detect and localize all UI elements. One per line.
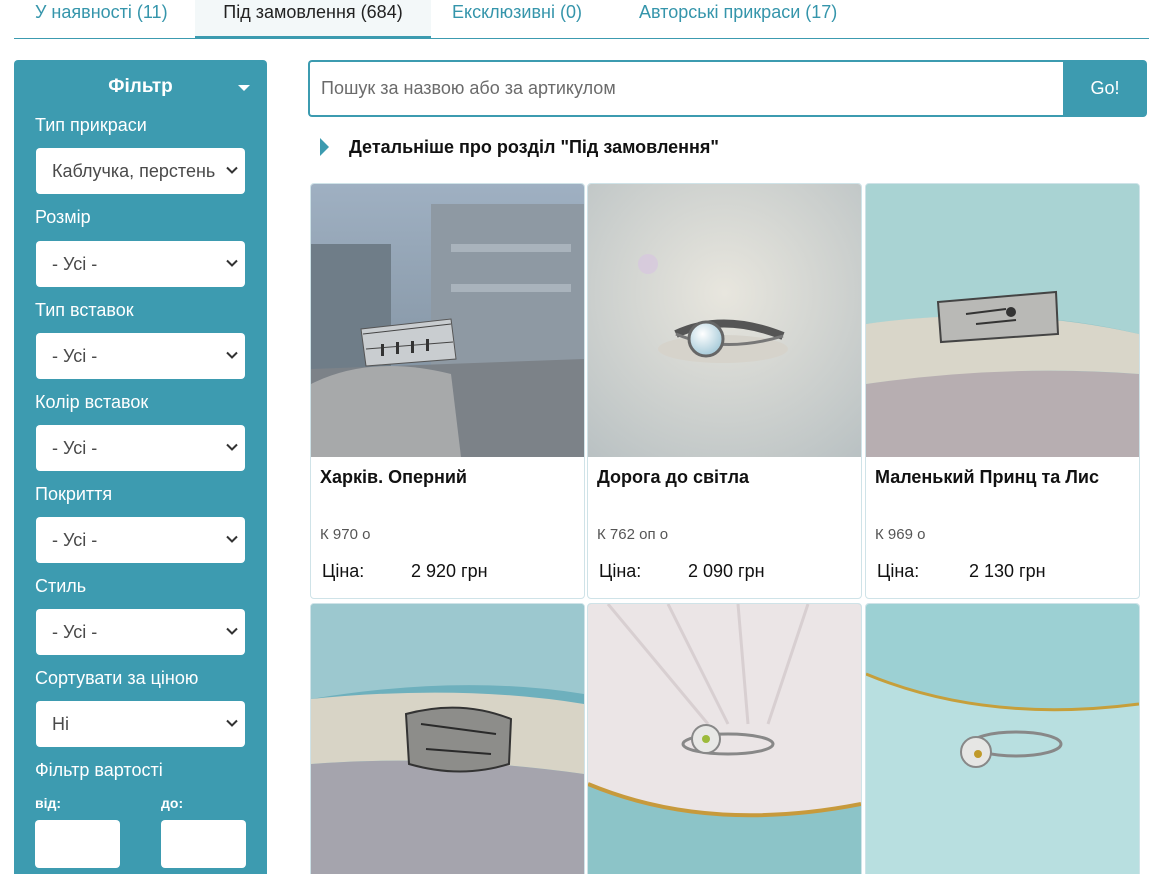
tab-exclusive[interactable]: Ексклюзивні (0) bbox=[452, 0, 582, 38]
product-sku: К 762 оп о bbox=[597, 526, 669, 543]
section-details-text: Детальніше про розділ "Під замовлення" bbox=[349, 137, 719, 157]
price-to-input[interactable] bbox=[161, 820, 246, 868]
style-select[interactable]: - Усі - bbox=[36, 609, 245, 655]
product-image[interactable] bbox=[588, 184, 861, 457]
filter-title[interactable]: Фільтр bbox=[14, 76, 267, 98]
product-title[interactable]: Дорога до світла bbox=[597, 467, 749, 488]
caret-down-icon[interactable] bbox=[238, 85, 250, 91]
product-image[interactable] bbox=[311, 604, 584, 874]
category-tabs: У наявності (11) Під замовлення (684) Ек… bbox=[14, 0, 1149, 39]
price-to-label: до: bbox=[161, 795, 184, 811]
select-value: Ні bbox=[52, 714, 69, 734]
insert-color-select[interactable]: - Усі - bbox=[36, 425, 245, 471]
filter-label-price: Фільтр вартості bbox=[35, 760, 163, 780]
chevron-down-icon bbox=[226, 719, 238, 727]
search-go-button[interactable]: Go! bbox=[1063, 60, 1147, 117]
product-image[interactable] bbox=[311, 184, 584, 457]
sort-price-select[interactable]: Ні bbox=[36, 701, 245, 747]
product-title[interactable]: Маленький Принц та Лис bbox=[875, 467, 1099, 488]
price-label: Ціна: bbox=[599, 561, 642, 581]
product-price: 2 090 грн bbox=[688, 561, 765, 581]
product-card[interactable] bbox=[587, 603, 862, 874]
price-from-label: від: bbox=[35, 795, 62, 811]
filter-label-coating: Покриття bbox=[35, 484, 113, 504]
price-from-input[interactable] bbox=[35, 820, 120, 868]
insert-type-select[interactable]: - Усі - bbox=[36, 333, 245, 379]
select-value: - Усі - bbox=[52, 438, 98, 458]
filter-label-style: Стиль bbox=[35, 576, 87, 596]
tab-to-order[interactable]: Під замовлення (684) bbox=[195, 0, 431, 39]
select-value: - Усі - bbox=[52, 622, 98, 642]
product-card[interactable] bbox=[310, 603, 585, 874]
product-card[interactable]: Маленький Принц та Лис К 969 о Ціна: 2 1… bbox=[865, 183, 1140, 599]
price-label: Ціна: bbox=[322, 561, 365, 581]
filter-label-size: Розмір bbox=[35, 207, 91, 227]
select-value: - Усі - bbox=[52, 254, 98, 274]
filter-label-jewelry-type: Тип прикраси bbox=[35, 115, 147, 135]
tab-in-stock[interactable]: У наявності (11) bbox=[35, 0, 168, 38]
price-label: Ціна: bbox=[877, 561, 920, 581]
chevron-down-icon bbox=[226, 259, 238, 267]
caret-right-icon bbox=[320, 138, 329, 156]
chevron-down-icon bbox=[226, 443, 238, 451]
product-card[interactable]: Харків. Оперний К 970 о Ціна: 2 920 грн bbox=[310, 183, 585, 599]
product-image[interactable] bbox=[588, 604, 861, 874]
product-image[interactable] bbox=[866, 604, 1139, 874]
product-card[interactable] bbox=[865, 603, 1140, 874]
product-card[interactable]: Дорога до світла К 762 оп о Ціна: 2 090 … bbox=[587, 183, 862, 599]
product-sku: К 970 о bbox=[320, 526, 371, 543]
chevron-down-icon bbox=[226, 166, 238, 174]
chevron-down-icon bbox=[226, 535, 238, 543]
filter-label-insert-type: Тип вставок bbox=[35, 300, 134, 320]
product-image[interactable] bbox=[866, 184, 1139, 457]
filter-sidebar: Фільтр Тип прикраси Каблучка, перстень Р… bbox=[14, 60, 267, 874]
filter-label-insert-color: Колір вставок bbox=[35, 392, 149, 412]
jewelry-type-select[interactable]: Каблучка, перстень bbox=[36, 148, 245, 194]
product-title[interactable]: Харків. Оперний bbox=[320, 467, 467, 488]
select-value: - Усі - bbox=[52, 530, 98, 550]
coating-select[interactable]: - Усі - bbox=[36, 517, 245, 563]
product-price: 2 130 грн bbox=[969, 561, 1046, 581]
select-value: - Усі - bbox=[52, 346, 98, 366]
chevron-down-icon bbox=[226, 351, 238, 359]
tab-author-jewelry[interactable]: Авторські прикраси (17) bbox=[639, 0, 837, 38]
filter-label-sort-price: Сортувати за ціною bbox=[35, 668, 199, 688]
size-select[interactable]: - Усі - bbox=[36, 241, 245, 287]
select-value: Каблучка, перстень bbox=[52, 161, 216, 181]
search-input[interactable]: Пошук за назвою або за артикулом bbox=[308, 60, 1064, 117]
product-price: 2 920 грн bbox=[411, 561, 488, 581]
chevron-down-icon bbox=[226, 627, 238, 635]
product-sku: К 969 о bbox=[875, 526, 926, 543]
